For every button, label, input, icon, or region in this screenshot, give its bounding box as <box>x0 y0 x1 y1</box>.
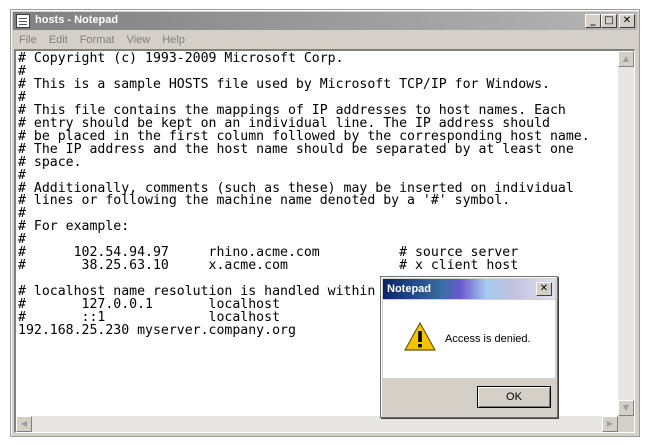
dialog-body: Access is denied. <box>383 300 555 378</box>
horizontal-scrollbar[interactable]: ◀ ▶ <box>16 416 618 432</box>
editor-line: # lines or following the machine name de… <box>18 193 511 209</box>
ok-button[interactable]: OK <box>477 386 551 408</box>
editor-line: # For example: <box>18 219 130 235</box>
warning-icon <box>404 322 436 351</box>
dialog-close-button[interactable]: ✕ <box>536 282 552 296</box>
menu-format[interactable]: Format <box>74 34 121 46</box>
dialog-title-bar[interactable]: Notepad ✕ <box>383 279 555 299</box>
maximize-button[interactable]: □ <box>601 14 617 28</box>
scroll-right-icon[interactable]: ▶ <box>602 416 618 432</box>
dialog-title: Notepad <box>387 283 431 295</box>
vertical-scrollbar[interactable]: ▲ ▼ <box>618 51 634 416</box>
editor-line: # 38.25.63.10 x.acme.com # x client host <box>18 258 519 274</box>
editor-line: # Copyright (c) 1993-2009 Microsoft Corp… <box>18 51 344 66</box>
editor-line: # The IP address and the host name shoul… <box>18 141 574 157</box>
minimize-button[interactable]: _ <box>585 14 601 28</box>
title-bar[interactable]: hosts - Notepad _ □ ✕ <box>13 12 637 30</box>
dialog-footer: OK <box>383 378 555 415</box>
menu-help[interactable]: Help <box>156 34 191 46</box>
editor-line: # This is a sample HOSTS file used by Mi… <box>18 76 550 92</box>
close-button[interactable]: ✕ <box>619 14 635 28</box>
menu-bar: File Edit Format View Help <box>13 31 637 48</box>
menu-view[interactable]: View <box>121 34 157 46</box>
scrollbar-corner <box>618 416 634 432</box>
dialog-message: Access is denied. <box>445 333 531 345</box>
access-denied-dialog: Notepad ✕ Access is denied. OK <box>380 276 558 418</box>
scroll-up-icon[interactable]: ▲ <box>618 51 634 67</box>
scroll-left-icon[interactable]: ◀ <box>16 416 32 432</box>
menu-file[interactable]: File <box>13 34 43 46</box>
scroll-down-icon[interactable]: ▼ <box>618 400 634 416</box>
editor-line: # space. <box>18 154 82 170</box>
window-title: hosts - Notepad <box>35 14 119 26</box>
notepad-icon <box>16 14 30 28</box>
menu-edit[interactable]: Edit <box>43 34 74 46</box>
